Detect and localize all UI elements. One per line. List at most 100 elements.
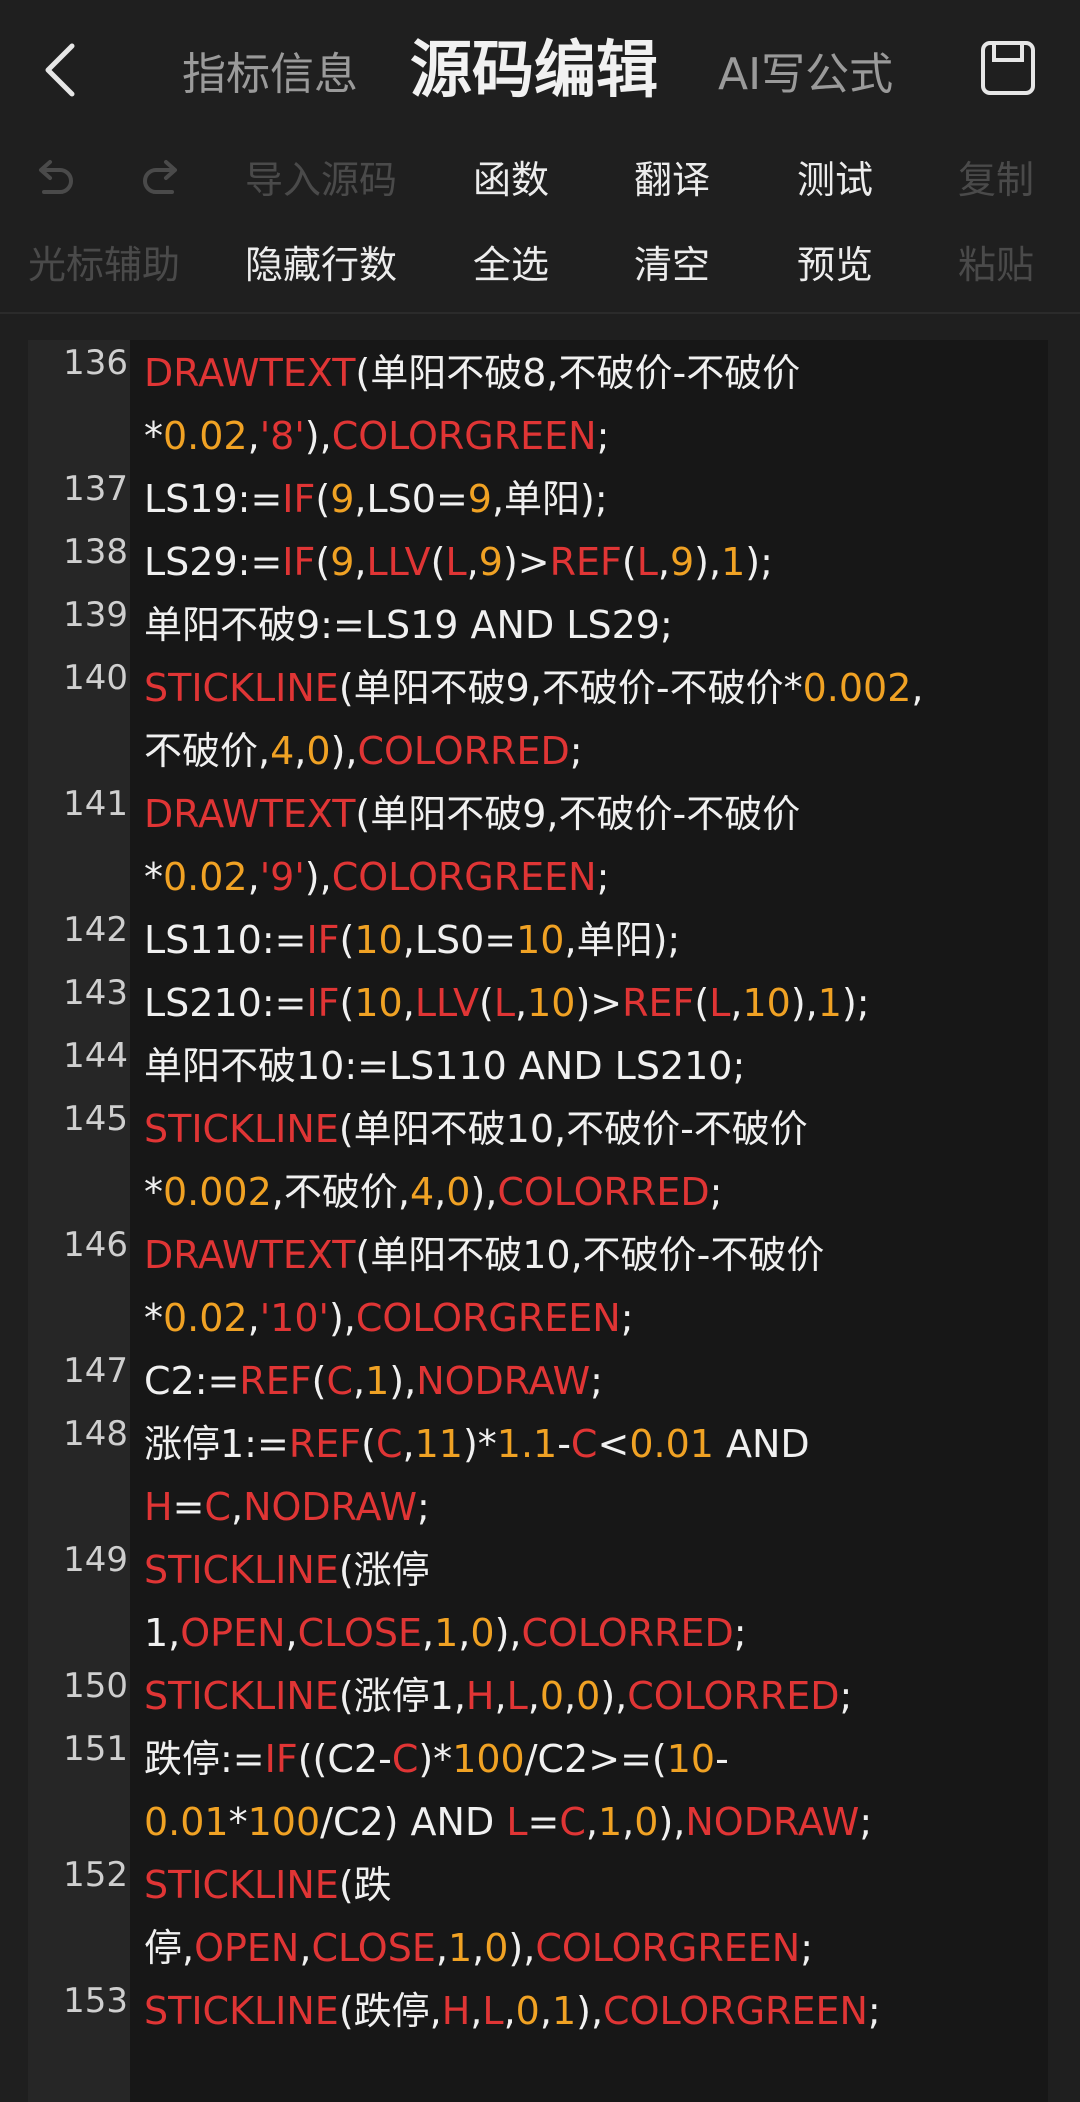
code-text: ;	[620, 1296, 634, 1340]
code-text: LS29:=	[144, 540, 283, 584]
code-text: (	[315, 540, 331, 584]
translate-button[interactable]: 翻译	[634, 140, 710, 220]
undo-button[interactable]	[30, 140, 78, 220]
code-line[interactable]: 146 DRAWTEXT(单阳不破10,不破价-不破价 *0.02,'10'),CO…	[63, 1224, 1080, 1350]
redo-button[interactable]	[138, 140, 186, 220]
code-number: 0	[306, 729, 331, 773]
cursor-assist-button[interactable]: 光标辅助	[28, 225, 180, 305]
code-row: DRAWTEXT(单阳不破10,不破价-不破价	[144, 1224, 1080, 1287]
tab-source-edit[interactable]: 源码编辑	[410, 30, 658, 110]
paste-button[interactable]: 粘贴	[958, 225, 1034, 305]
code-line[interactable]: 136 DRAWTEXT(单阳不破8,不破价-不破价 *0.02,'8'),COLO…	[63, 342, 1080, 468]
code-keyword: COLORGREEN	[355, 1296, 621, 1340]
code-number: 9	[330, 540, 355, 584]
code-number: 10	[354, 918, 403, 962]
code-line[interactable]: 144 单阳不破10:=LS110 AND LS210;	[63, 1035, 1080, 1098]
code-text: ,不破价,	[271, 1170, 410, 1214]
code-keyword: '10'	[259, 1296, 329, 1340]
code-number: 9	[330, 477, 355, 521]
code-line[interactable]: 143 LS210:=IF(10,LLV(L,10)>REF(L,10),1);	[63, 972, 1080, 1035]
code-keyword: H	[441, 1989, 471, 2033]
test-button[interactable]: 测试	[797, 140, 873, 220]
code-number: 10	[354, 981, 403, 1025]
code-keyword: DRAWTEXT	[144, 792, 356, 836]
code-text: (单阳不破8,不破价-不破价	[355, 351, 801, 395]
code-line[interactable]: 140 STICKLINE(单阳不破9,不破价-不破价*0.002, 不破价,4,0…	[63, 657, 1080, 783]
code-keyword: COLORGREEN	[603, 1989, 868, 2033]
preview-button[interactable]: 预览	[797, 225, 873, 305]
code-text: ,	[285, 1611, 298, 1655]
functions-button[interactable]: 函数	[473, 140, 549, 220]
code-row: STICKLINE(单阳不破10,不破价-不破价	[144, 1098, 1080, 1161]
line-number: 143	[63, 973, 128, 1013]
save-button[interactable]	[978, 38, 1038, 98]
code-text: (涨停1,	[338, 1674, 466, 1718]
code-text: C2:=	[144, 1359, 240, 1403]
code-text: ),	[600, 1674, 628, 1718]
back-button[interactable]	[36, 40, 86, 100]
code-line[interactable]: 153 STICKLINE(跌停,H,L,0,1),COLORGREEN;	[63, 1980, 1080, 2043]
code-text: LS110:=	[144, 918, 307, 962]
code-line[interactable]: 145 STICKLINE(单阳不破10,不破价-不破价 *0.002,不破价,4,…	[63, 1098, 1080, 1224]
code-text: ),	[508, 1926, 536, 1970]
code-keyword: STICKLINE	[144, 1548, 339, 1592]
import-source-button[interactable]: 导入源码	[245, 140, 397, 220]
code-text: ),	[389, 1359, 417, 1403]
code-keyword: CLOSE	[311, 1926, 436, 1970]
code-text: *	[144, 1296, 163, 1340]
code-row: 单阳不破10:=LS110 AND LS210;	[144, 1035, 1080, 1098]
line-number: 148	[63, 1414, 128, 1454]
code-line[interactable]: 148 涨停1:=REF(C,11)*1.1-C<0.01 AND H=C,NODR…	[63, 1413, 1080, 1539]
code-row: LS210:=IF(10,LLV(L,10)>REF(L,10),1);	[144, 972, 1080, 1035]
code-keyword: REF	[239, 1359, 312, 1403]
code-keyword: COLORGREEN	[331, 855, 597, 899]
code-text: ;	[867, 1989, 881, 2033]
code-number: 0.01	[144, 1800, 229, 1844]
code-line[interactable]: 152 STICKLINE(跌 停,OPEN,CLOSE,1,0),COLORGRE…	[63, 1854, 1080, 1980]
code-line[interactable]: 137 LS19:=IF(9,LS0=9,单阳);	[63, 468, 1080, 531]
code-editor[interactable]: 136 DRAWTEXT(单阳不破8,不破价-不破价 *0.02,'8'),COLO…	[28, 340, 1048, 2102]
code-line[interactable]: 151 跌停:=IF((C2-C)*100/C2>=(10- 0.01*100/C2…	[63, 1728, 1080, 1854]
code-text: -	[715, 1737, 729, 1781]
code-line[interactable]: 142 LS110:=IF(10,LS0=10,单阳);	[63, 909, 1080, 972]
hide-line-numbers-button[interactable]: 隐藏行数	[245, 225, 397, 305]
code-row: 单阳不破9:=LS19 AND LS29;	[144, 594, 1080, 657]
code-number: 0	[576, 1674, 601, 1718]
code-text: ;	[417, 1485, 430, 1529]
code-text: ;	[596, 855, 610, 899]
editor-toolbar-row-1: 导入源码 函数 翻译 测试 复制	[0, 140, 1080, 220]
code-text: )>	[502, 540, 550, 584]
code-text: ,	[247, 1296, 260, 1340]
code-line[interactable]: 139 单阳不破9:=LS19 AND LS29;	[63, 594, 1080, 657]
code-line[interactable]: 150 STICKLINE(涨停1,H,L,0,0),COLORRED;	[63, 1665, 1080, 1728]
code-row: STICKLINE(跌停,H,L,0,1),COLORGREEN;	[144, 1980, 1080, 2043]
select-all-button[interactable]: 全选	[473, 225, 549, 305]
code-keyword: L	[445, 540, 467, 584]
code-line[interactable]: 141 DRAWTEXT(单阳不破9,不破价-不破价 *0.02,'9'),COLO…	[63, 783, 1080, 909]
code-row: 停,OPEN,CLOSE,1,0),COLORGREEN;	[144, 1917, 1080, 1980]
clear-button[interactable]: 清空	[634, 225, 710, 305]
code-number: 0	[446, 1170, 471, 1214]
code-keyword: IF	[306, 918, 340, 962]
code-text: 不破价,	[144, 729, 271, 773]
code-line[interactable]: 138 LS29:=IF(9,LLV(L,9)>REF(L,9),1);	[63, 531, 1080, 594]
code-line[interactable]: 149 STICKLINE(涨停 1,OPEN,CLOSE,1,0),COLORRE…	[63, 1539, 1080, 1665]
code-text: ),	[576, 1989, 604, 2033]
tab-indicator-info[interactable]: 指标信息	[182, 40, 358, 110]
code-number: 100	[247, 1800, 321, 1844]
code-number: 10	[666, 1737, 716, 1781]
tab-ai-formula[interactable]: AI写公式	[718, 40, 893, 110]
code-text: ,	[585, 1800, 598, 1844]
code-text: ,	[247, 855, 260, 899]
code-text: ;	[733, 1611, 747, 1655]
copy-button[interactable]: 复制	[958, 140, 1034, 220]
code-text: (	[339, 981, 355, 1025]
code-keyword: CLOSE	[297, 1611, 423, 1655]
code-keyword: NODRAW	[416, 1359, 591, 1403]
code-text: ,	[730, 981, 743, 1025]
code-line[interactable]: 147 C2:=REF(C,1),NODRAW;	[63, 1350, 1080, 1413]
code-number: 0.02	[163, 1296, 248, 1340]
code-number: 9	[478, 540, 503, 584]
code-text: ),	[694, 540, 722, 584]
code-text: LS210:=	[144, 981, 307, 1025]
